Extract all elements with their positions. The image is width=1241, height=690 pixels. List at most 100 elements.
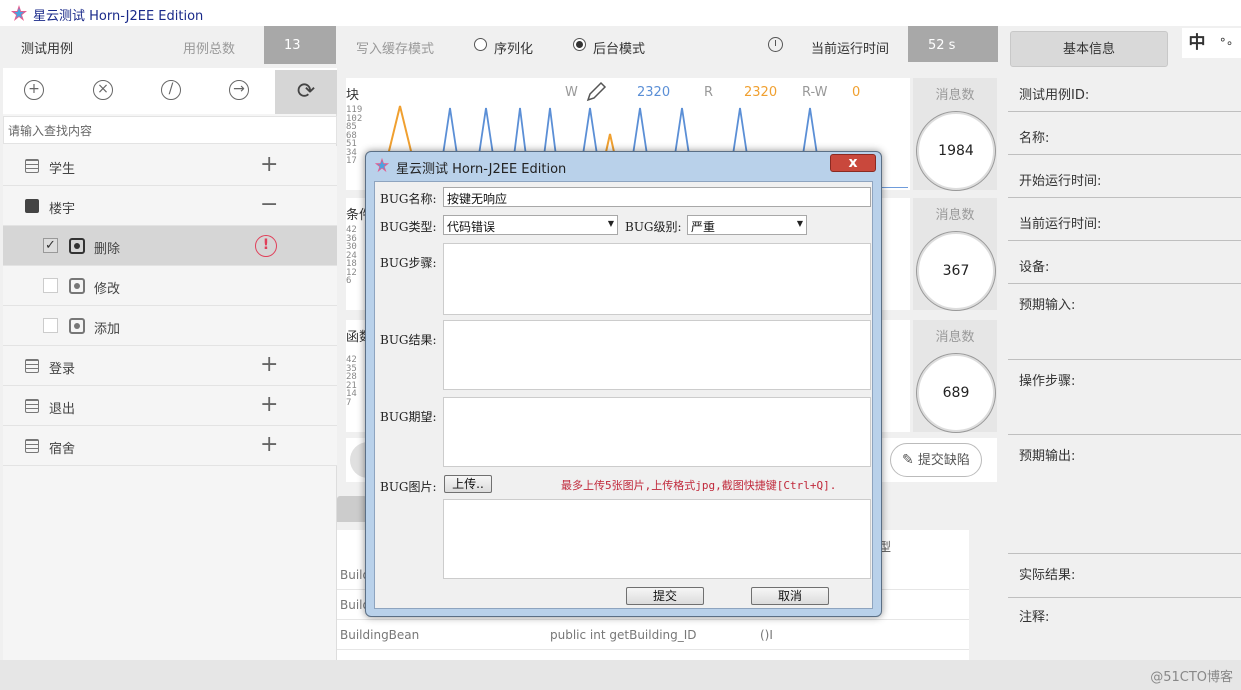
action-icon-row: + × / → ⟳ <box>3 68 337 114</box>
field-start-time: 开始运行时间: <box>1008 155 1241 198</box>
edit-square-icon: ✎ <box>902 452 914 468</box>
field-current-time: 当前运行时间: <box>1008 198 1241 241</box>
bug-level-label: BUG级别: <box>625 220 682 234</box>
message-count-value: 689 <box>917 354 995 432</box>
field-label: 预期输入: <box>1019 298 1076 313</box>
runtime-label: 当前运行时间 <box>811 42 890 57</box>
field-expected-output: 预期输出: <box>1008 435 1241 554</box>
tab-basic-info[interactable]: 基本信息 <box>1010 31 1168 67</box>
message-count-label: 消息数 <box>935 330 975 345</box>
tree-item-label: 登录 <box>49 362 76 377</box>
bug-image-label: BUG图片: <box>380 480 437 494</box>
tree-item-label: 退出 <box>49 402 76 417</box>
field-label: 预期输出: <box>1019 449 1076 464</box>
bug-name-label: BUG名称: <box>380 192 437 206</box>
bug-expect-label: BUG期望: <box>380 410 437 424</box>
run-icon[interactable]: → <box>229 80 249 100</box>
expand-icon[interactable]: + <box>260 152 278 177</box>
bug-name-input[interactable]: 按键无响应 <box>443 187 871 207</box>
background-label: 后台模式 <box>593 42 646 57</box>
refresh-button[interactable]: ⟳ <box>275 70 337 114</box>
tree-item-logout[interactable]: 退出 + <box>3 386 337 426</box>
add-icon[interactable]: + <box>24 80 44 100</box>
tree-item-label: 楼宇 <box>49 202 76 217</box>
rw-value: 0 <box>852 85 861 100</box>
serial-radio[interactable] <box>474 38 487 51</box>
field-notes: 注释: <box>1008 598 1241 642</box>
watermark: @51CTO博客 <box>1150 670 1233 685</box>
close-button[interactable]: x <box>830 154 876 172</box>
tree-item-student[interactable]: 学生 + <box>3 146 337 186</box>
edit-icon[interactable]: / <box>161 80 181 100</box>
tree-item-label: 学生 <box>49 162 76 177</box>
bug-type-select[interactable]: 代码错误 <box>443 215 618 235</box>
submit-defect-button[interactable]: ✎ 提交缺陷 <box>890 443 982 477</box>
app-logo-icon <box>11 5 27 21</box>
field-label: 注释: <box>1019 610 1050 625</box>
table-row[interactable]: BuildingBean public int getBuilding_ID (… <box>337 620 969 650</box>
expand-icon[interactable]: + <box>260 432 278 457</box>
field-test-case-id: 测试用例ID: <box>1008 68 1241 112</box>
bug-result-textarea[interactable] <box>443 320 871 390</box>
message-count-value: 1984 <box>917 112 995 190</box>
remove-icon[interactable]: × <box>93 80 113 100</box>
y-ticks: 42 35 28 21 14 7 <box>346 356 357 407</box>
list-icon <box>25 199 39 213</box>
image-preview-area[interactable] <box>443 499 871 579</box>
runtime-value: 52 s <box>908 26 998 62</box>
clock-icon <box>768 37 783 52</box>
submit-button[interactable]: 提交 <box>626 587 704 605</box>
settings-dots-button[interactable]: °∘ <box>1212 28 1241 58</box>
y-ticks: 42 36 30 24 18 12 6 <box>346 226 357 286</box>
dialog-body: BUG名称: 按键无响应 BUG类型: 代码错误 BUG级别: 严重 BUG步骤… <box>374 181 873 609</box>
message-count-label: 消息数 <box>935 88 975 103</box>
field-label: 开始运行时间: <box>1019 174 1102 189</box>
language-button[interactable]: 中 <box>1182 28 1212 58</box>
field-label: 当前运行时间: <box>1019 217 1102 232</box>
tree-item-login[interactable]: 登录 + <box>3 346 337 386</box>
message-count-value: 367 <box>917 232 995 310</box>
tree-item-delete[interactable]: ✓ 删除 ! <box>3 226 337 266</box>
field-label: 设备: <box>1019 260 1050 275</box>
bug-steps-textarea[interactable] <box>443 243 871 315</box>
tree-item-add[interactable]: 添加 <box>3 306 337 346</box>
r-label: R <box>704 85 714 100</box>
expand-icon[interactable]: + <box>260 392 278 417</box>
bug-level-select[interactable]: 严重 <box>687 215 807 235</box>
add-checkbox[interactable] <box>43 318 58 333</box>
cell-class: BuildingBean <box>340 628 420 642</box>
pencil-icon[interactable] <box>585 81 607 103</box>
dialog-title: 星云测试 Horn-J2EE Edition <box>396 162 567 177</box>
serial-label: 序列化 <box>494 42 534 57</box>
list-icon <box>25 159 39 173</box>
module-icon <box>69 238 85 254</box>
cancel-button[interactable]: 取消 <box>751 587 829 605</box>
w-value: 2320 <box>637 85 671 100</box>
module-icon <box>69 318 85 334</box>
background-radio[interactable] <box>573 38 586 51</box>
write-cache-label: 写入缓存模式 <box>356 42 435 57</box>
left-panel: + × / → ⟳ 请输入查找内容 学生 + 楼宇 − ✓ 删除 ! 修改 添加… <box>3 68 337 660</box>
message-panel-condition: 消息数 367 <box>913 198 997 310</box>
expand-icon[interactable]: + <box>260 352 278 377</box>
tree-item-building[interactable]: 楼宇 − <box>3 186 337 226</box>
tree-item-dorm[interactable]: 宿舍 + <box>3 426 337 466</box>
bottom-tab[interactable] <box>337 496 367 522</box>
w-label: W <box>565 85 578 100</box>
case-total-label: 用例总数 <box>183 42 236 57</box>
cell-method: public int getBuilding_ID <box>550 628 697 642</box>
collapse-icon[interactable]: − <box>260 192 278 217</box>
upload-button[interactable]: 上传.. <box>444 475 492 493</box>
warning-icon[interactable]: ! <box>255 235 277 257</box>
tree-item-modify[interactable]: 修改 <box>3 266 337 306</box>
panel-title: 块 <box>346 88 360 103</box>
modify-checkbox[interactable] <box>43 278 58 293</box>
y-tick: 17 <box>346 156 357 166</box>
y-tick: 6 <box>346 276 352 286</box>
module-icon <box>69 278 85 294</box>
submit-defect-label: 提交缺陷 <box>917 453 970 468</box>
bug-expect-textarea[interactable] <box>443 397 871 467</box>
delete-checkbox[interactable]: ✓ <box>43 238 58 253</box>
search-input[interactable]: 请输入查找内容 <box>3 116 337 144</box>
field-steps: 操作步骤: <box>1008 360 1241 435</box>
